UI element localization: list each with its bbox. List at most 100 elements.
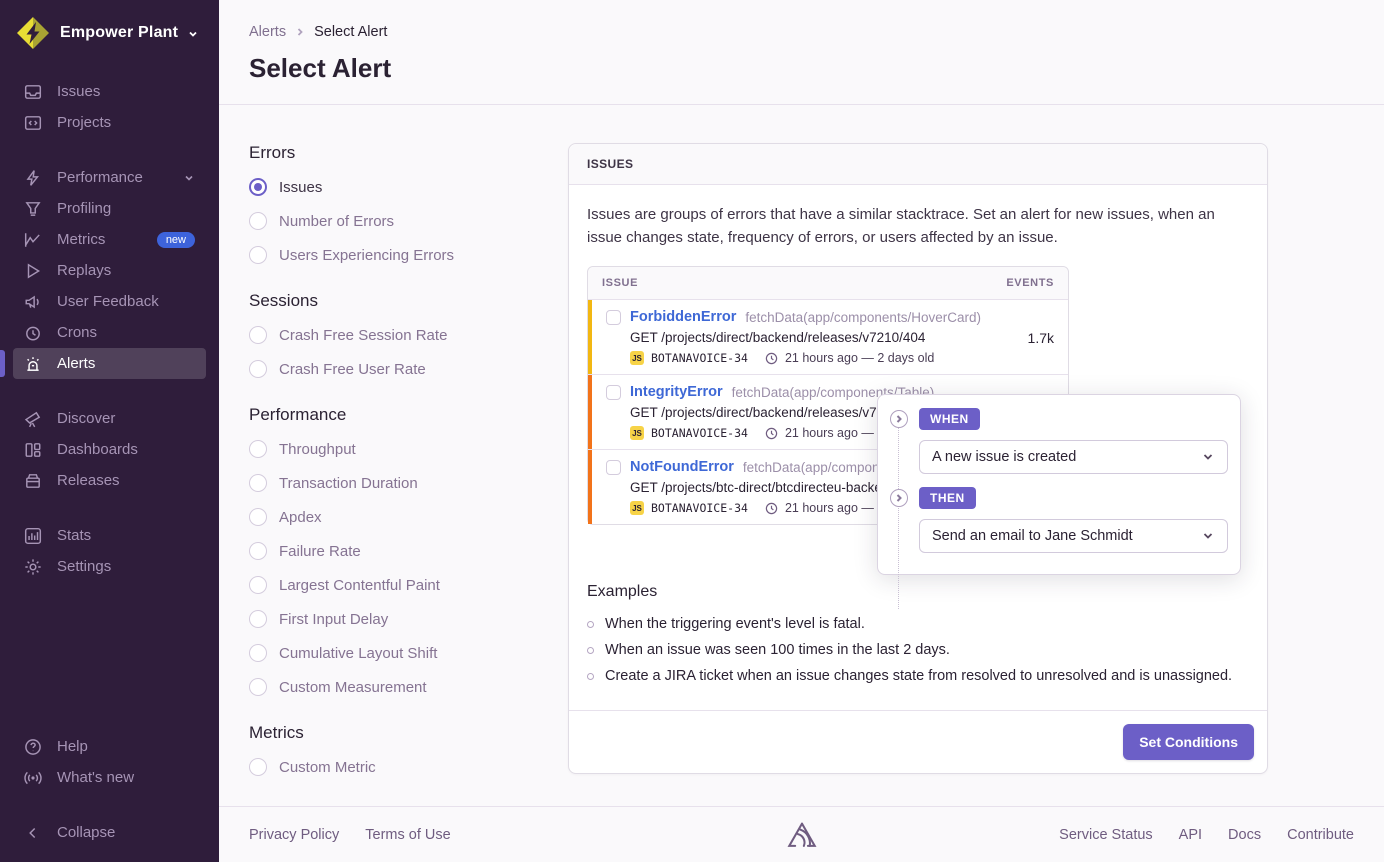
profiling-icon — [24, 200, 42, 218]
nav-group-insights: Performance Profiling Metrics new Replay… — [0, 162, 219, 379]
radio-largest-contentful-paint[interactable]: Largest Contentful Paint — [249, 576, 538, 594]
radio-dot[interactable] — [249, 326, 267, 344]
radio-dot[interactable] — [249, 542, 267, 560]
sidebar-item-dashboards[interactable]: Dashboards — [13, 434, 206, 465]
bullet-icon — [587, 673, 594, 680]
example-item: Create a JIRA ticket when an issue chang… — [587, 668, 1249, 684]
radio-users-experiencing-errors[interactable]: Users Experiencing Errors — [249, 246, 538, 264]
radio-dot[interactable] — [249, 246, 267, 264]
issue-title-link[interactable]: NotFoundError — [630, 459, 734, 475]
gear-icon — [24, 558, 42, 576]
chevron-left-icon — [24, 824, 42, 842]
project-id: BOTANAVOICE-34 — [651, 501, 748, 515]
radio-crash-free-session-rate[interactable]: Crash Free Session Rate — [249, 326, 538, 344]
page-footer: Privacy Policy Terms of Use Service Stat… — [219, 806, 1384, 862]
issue-culprit: fetchData(app/component — [743, 460, 898, 475]
empower-plant-logo — [16, 16, 50, 50]
privacy-policy-link[interactable]: Privacy Policy — [249, 827, 339, 843]
sidebar-item-user-feedback[interactable]: User Feedback — [13, 286, 206, 317]
set-conditions-button[interactable]: Set Conditions — [1123, 724, 1254, 760]
group-title: Metrics — [249, 723, 538, 743]
radio-dot[interactable] — [249, 360, 267, 378]
chevron-down-icon — [1201, 450, 1215, 464]
radio-issues[interactable]: Issues — [249, 178, 538, 196]
radio-dot[interactable] — [249, 576, 267, 594]
breadcrumb-alerts[interactable]: Alerts — [249, 24, 286, 40]
breadcrumb: Alerts Select Alert — [249, 24, 1354, 40]
then-action-select[interactable]: Send an email to Jane Schmidt — [919, 519, 1228, 553]
column-issue: ISSUE — [602, 277, 638, 289]
chevron-right-circle-icon — [890, 410, 908, 428]
sidebar-item-performance[interactable]: Performance — [13, 162, 206, 193]
docs-link[interactable]: Docs — [1228, 827, 1261, 843]
megaphone-icon — [24, 293, 42, 311]
sidebar-item-crons[interactable]: Crons — [13, 317, 206, 348]
lightning-icon — [24, 169, 42, 187]
radio-throughput[interactable]: Throughput — [249, 440, 538, 458]
radio-number-of-errors[interactable]: Number of Errors — [249, 212, 538, 230]
example-item: When the triggering event's level is fat… — [587, 616, 1249, 632]
row-checkbox[interactable] — [606, 385, 621, 400]
contribute-link[interactable]: Contribute — [1287, 827, 1354, 843]
sidebar-item-alerts[interactable]: Alerts — [13, 348, 206, 379]
sidebar-item-issues[interactable]: Issues — [13, 76, 206, 107]
radio-crash-free-user-rate[interactable]: Crash Free User Rate — [249, 360, 538, 378]
sidebar-item-discover[interactable]: Discover — [13, 403, 206, 434]
issue-title-link[interactable]: IntegrityError — [630, 384, 723, 400]
nav-group-main: Issues Projects — [0, 76, 219, 138]
sidebar-item-label: Dashboards — [57, 441, 138, 458]
sidebar-item-label: Crons — [57, 324, 97, 341]
sidebar-item-profiling[interactable]: Profiling — [13, 193, 206, 224]
radio-dot[interactable] — [249, 212, 267, 230]
terms-of-use-link[interactable]: Terms of Use — [365, 827, 450, 843]
sidebar-item-label: Stats — [57, 527, 91, 544]
page-title: Select Alert — [249, 53, 1354, 84]
page-header: Alerts Select Alert Select Alert — [219, 0, 1384, 105]
sidebar-item-stats[interactable]: Stats — [13, 520, 206, 551]
group-title: Performance — [249, 405, 538, 425]
clock-icon — [24, 324, 42, 342]
radio-dot[interactable] — [249, 508, 267, 526]
org-switcher[interactable]: Empower Plant — [0, 16, 219, 50]
sidebar-item-help[interactable]: Help — [13, 731, 206, 762]
sidebar-item-label: What's new — [57, 769, 134, 786]
sidebar-bottom: Help What's new Collapse — [0, 731, 219, 848]
radio-cumulative-layout-shift[interactable]: Cumulative Layout Shift — [249, 644, 538, 662]
column-events: EVENTS — [1006, 277, 1054, 289]
radio-dot[interactable] — [249, 758, 267, 776]
radio-failure-rate[interactable]: Failure Rate — [249, 542, 538, 560]
sidebar-item-label: Metrics — [57, 231, 105, 248]
issue-title-link[interactable]: ForbiddenError — [630, 309, 736, 325]
service-status-link[interactable]: Service Status — [1059, 827, 1153, 843]
radio-custom-measurement[interactable]: Custom Measurement — [249, 678, 538, 696]
bar-chart-icon — [24, 527, 42, 545]
radio-dot[interactable] — [249, 678, 267, 696]
radio-apdex[interactable]: Apdex — [249, 508, 538, 526]
api-link[interactable]: API — [1179, 827, 1202, 843]
card-footer: Set Conditions — [569, 710, 1267, 773]
sidebar-item-replays[interactable]: Replays — [13, 255, 206, 286]
sentry-logo[interactable] — [787, 821, 817, 849]
sidebar-item-whats-new[interactable]: What's new — [13, 762, 206, 793]
radio-first-input-delay[interactable]: First Input Delay — [249, 610, 538, 628]
issue-age: 21 hours ago — 2 days old — [785, 351, 934, 365]
radio-dot[interactable] — [249, 644, 267, 662]
radio-dot[interactable] — [249, 440, 267, 458]
row-checkbox[interactable] — [606, 460, 621, 475]
radio-transaction-duration[interactable]: Transaction Duration — [249, 474, 538, 492]
sidebar-item-metrics[interactable]: Metrics new — [13, 224, 206, 255]
radio-dot[interactable] — [249, 610, 267, 628]
radio-custom-metric[interactable]: Custom Metric — [249, 758, 538, 776]
group-title: Sessions — [249, 291, 538, 311]
sidebar-item-releases[interactable]: Releases — [13, 465, 206, 496]
radio-dot[interactable] — [249, 474, 267, 492]
then-badge: THEN — [919, 487, 976, 509]
radio-dot[interactable] — [249, 178, 267, 196]
sidebar-item-projects[interactable]: Projects — [13, 107, 206, 138]
sidebar-collapse-button[interactable]: Collapse — [13, 817, 206, 848]
when-condition-select[interactable]: A new issue is created — [919, 440, 1228, 474]
chevron-right-icon — [295, 27, 305, 37]
sidebar-item-settings[interactable]: Settings — [13, 551, 206, 582]
nav-group-explore: Discover Dashboards Releases — [0, 403, 219, 496]
row-checkbox[interactable] — [606, 310, 621, 325]
